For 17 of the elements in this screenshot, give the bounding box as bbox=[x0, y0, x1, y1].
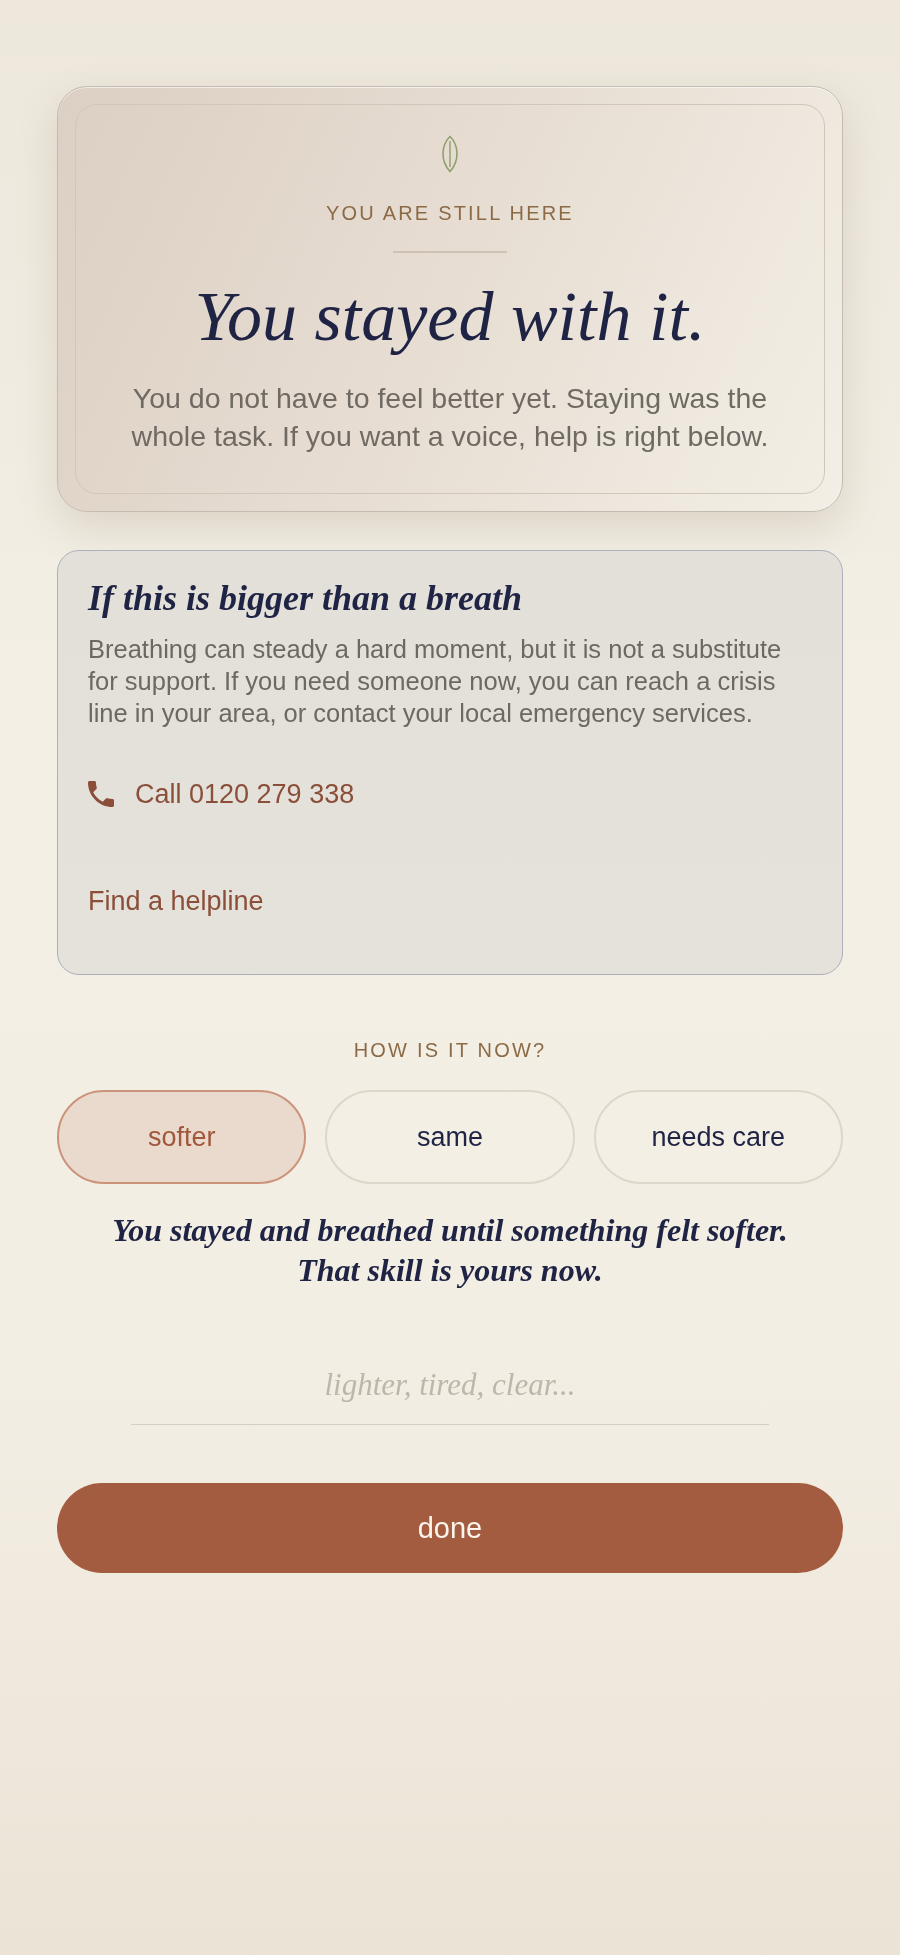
mood-option-button[interactable]: same bbox=[325, 1090, 575, 1184]
summary-message: You do not have to feel better yet. Staying was the whole task. If you want a voice, help is right below. bbox=[130, 380, 770, 454]
eyebrow-label: YOU ARE STILL HERE bbox=[326, 201, 574, 226]
support-text: Breathing can steady a hard moment, but it is not a substitute for support. If you need someone now, you can reach a crisis line in your area, or contact your local emergency services. bbox=[88, 634, 783, 729]
leaf-icon bbox=[439, 135, 461, 173]
reflection-text: You stayed and breathed until something felt softer. That skill is yours now. bbox=[111, 1211, 789, 1290]
summary-title: You stayed with it. bbox=[194, 278, 706, 355]
feeling-input[interactable]: lighter, tired, clear... bbox=[131, 1345, 769, 1425]
phone-icon bbox=[88, 781, 114, 807]
call-link-label: Call 0120 279 338 bbox=[135, 778, 355, 811]
support-title: If this is bigger than a breath bbox=[88, 578, 523, 618]
mood-option-button[interactable]: softer bbox=[57, 1090, 307, 1184]
call-link[interactable]: Call 0120 279 338 bbox=[88, 774, 355, 814]
question-label: HOW IS IT NOW? bbox=[353, 1038, 547, 1063]
mood-option-button[interactable]: needs care bbox=[593, 1090, 843, 1184]
done-button[interactable]: done bbox=[57, 1483, 843, 1573]
helpline-link[interactable]: Find a helpline bbox=[88, 881, 264, 921]
